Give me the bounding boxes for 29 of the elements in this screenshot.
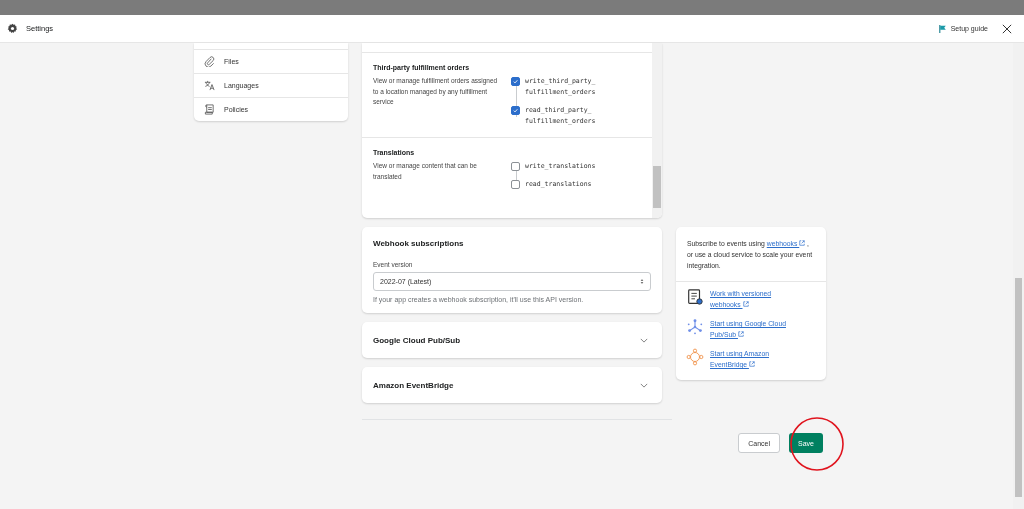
close-icon[interactable] <box>1002 23 1012 34</box>
checkmark-icon <box>512 107 519 114</box>
document-icon <box>686 288 704 306</box>
card-title: Webhook subscriptions <box>373 239 465 248</box>
paperclip-icon <box>204 56 215 67</box>
translate-icon <box>204 80 215 91</box>
ring-nodes-icon <box>686 348 704 366</box>
chevron-icon <box>640 337 648 343</box>
accordion-card[interactable]: Amazon EventBridge <box>362 367 662 403</box>
external-link-icon <box>742 301 749 307</box>
scrollbar[interactable] <box>652 43 662 218</box>
flag-icon <box>938 24 947 33</box>
external-link-icon <box>748 361 755 367</box>
gear-icon <box>7 23 18 34</box>
network-icon <box>686 318 704 336</box>
annotation-circle <box>789 416 845 472</box>
permission-checkbox[interactable] <box>511 180 520 189</box>
permission-checkbox[interactable] <box>511 77 520 86</box>
updown-icon <box>640 278 644 285</box>
external-link-icon <box>799 240 806 246</box>
accordion-card[interactable]: Google Cloud Pub/Sub <box>362 322 662 358</box>
external-link-icon <box>737 331 744 337</box>
permission-checkbox[interactable] <box>511 162 520 171</box>
accordion-title: Google Cloud Pub/Sub <box>373 335 461 345</box>
checkmark-icon <box>512 78 519 85</box>
accordion-title: Amazon EventBridge <box>373 380 454 390</box>
permission-checkbox[interactable] <box>511 106 520 115</box>
scroll-icon <box>204 104 215 115</box>
chevron-icon <box>640 382 648 388</box>
